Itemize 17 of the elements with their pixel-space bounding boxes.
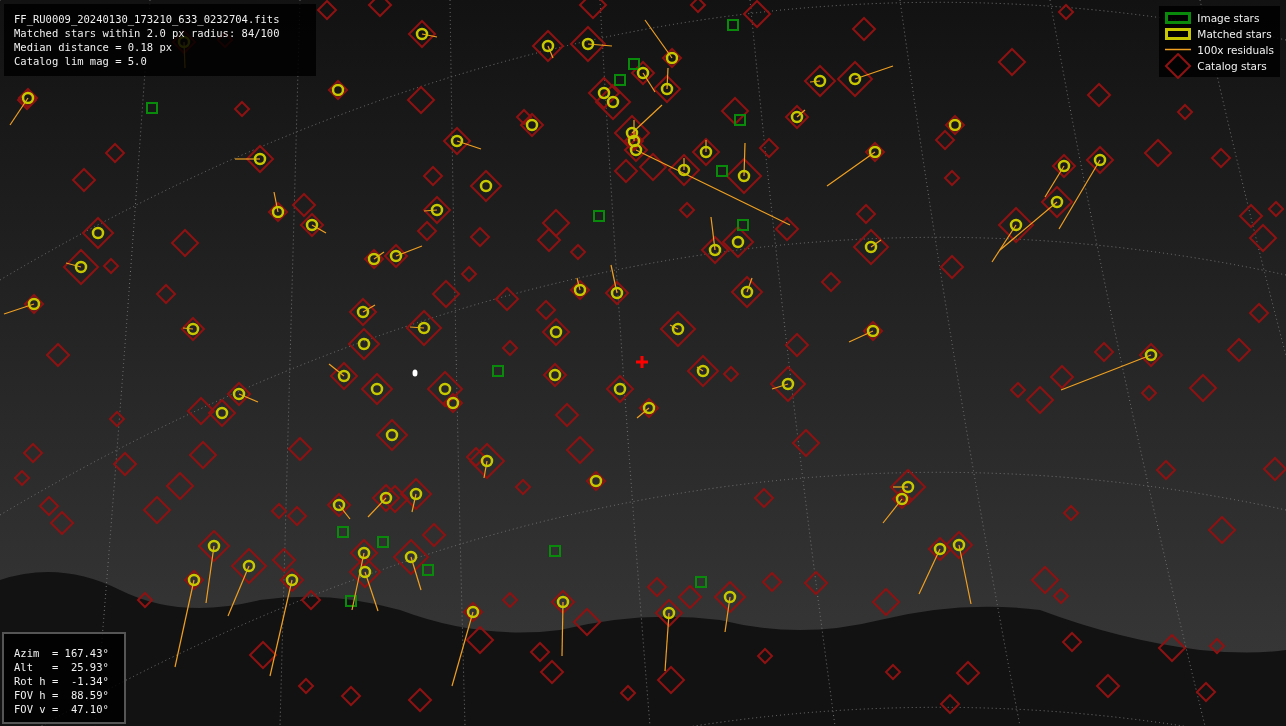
pointing-text: Azim = 167.43° (14, 646, 110, 660)
legend-label: Catalog stars (1197, 59, 1267, 72)
square-marker-icon (1165, 11, 1192, 24)
pointing-text: Alt = 25.93° (14, 660, 110, 674)
info-text: Median distance = 0.18 px (14, 40, 174, 54)
pointing-text: FOV v = 47.10° (14, 702, 110, 716)
info-text: Matched stars within 2.0 px radius: 84/100 (14, 26, 281, 40)
pointing-text: Rot h = -1.34° (14, 674, 110, 688)
legend-label: Matched stars (1197, 27, 1272, 40)
diamond-marker-icon (1165, 52, 1192, 79)
info-text: Catalog lim mag = 5.0 (14, 54, 148, 68)
info-text: FF_RU0009_20240130_173210_633_0232704.fits (14, 12, 281, 26)
pointing-text: FOV h = 88.59° (14, 688, 110, 702)
legend-label: Image stars (1197, 11, 1260, 24)
square-marker-icon (1165, 27, 1192, 40)
line-marker-icon (1165, 48, 1192, 51)
legend-label: 100x residuals (1197, 43, 1274, 56)
